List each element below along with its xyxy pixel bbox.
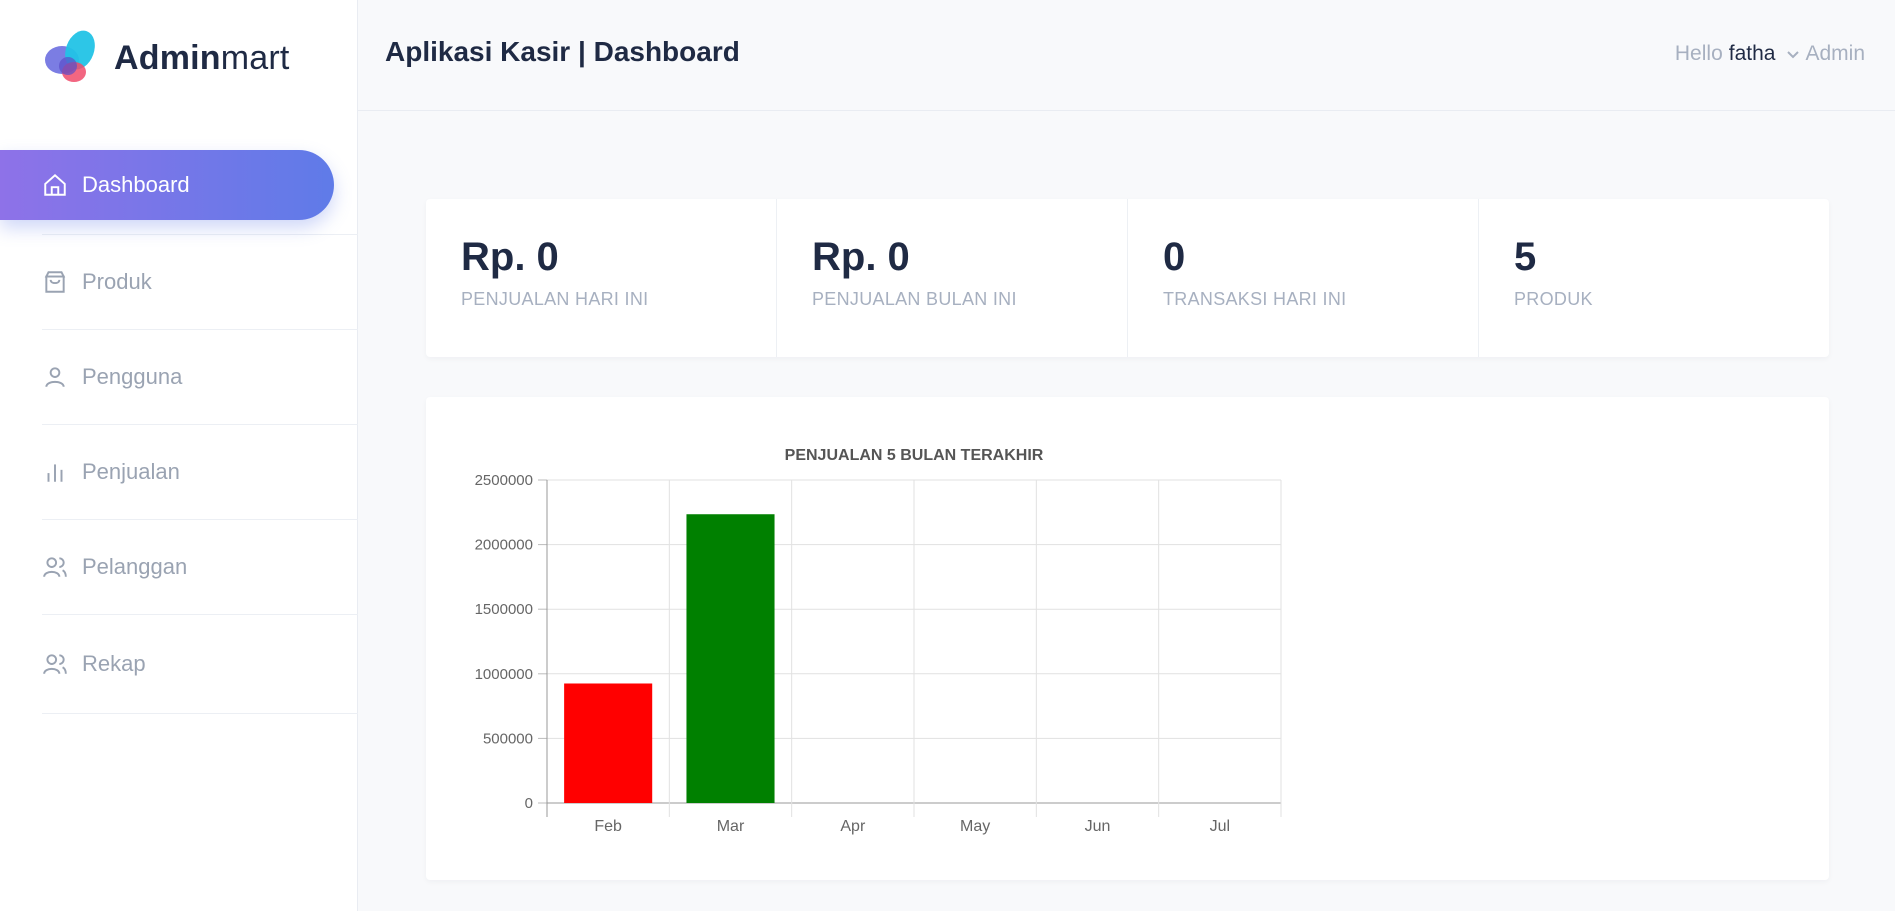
y-tick-label: 1500000 [475, 601, 533, 618]
stat-value: Rp. 0 [461, 235, 559, 279]
y-tick-label: 1000000 [475, 666, 533, 683]
x-tick-label: Jul [1210, 818, 1230, 835]
greeting-text: Hello [1674, 42, 1723, 65]
stat-value: 5 [1514, 235, 1537, 279]
sidebar-item-dashboard[interactable]: Dashboard [0, 150, 334, 220]
sidebar-menu: Dashboard Produk Pengguna Penjualan Pela… [0, 150, 358, 714]
butterfly-logo-icon [45, 30, 95, 82]
stat-transaksi-hari-ini: 0 TRANSAKSI HARI INI [1128, 199, 1479, 357]
bar-chart-icon [42, 459, 68, 485]
stat-label: PENJUALAN BULAN INI [812, 289, 1017, 309]
home-icon [42, 172, 68, 198]
stat-value: 0 [1163, 235, 1186, 279]
menu-divider [42, 424, 358, 425]
chevron-down-icon[interactable] [1785, 46, 1801, 62]
stat-label: TRANSAKSI HARI INI [1163, 289, 1347, 309]
user-role: Admin [1805, 42, 1865, 65]
x-tick-label: Feb [594, 818, 622, 835]
sidebar-item-label: Dashboard [82, 172, 190, 197]
x-tick-label: Mar [717, 818, 745, 835]
brand-logo[interactable]: Adminmart [40, 28, 290, 88]
stat-produk: 5 PRODUK [1479, 199, 1829, 357]
sales-chart-card: PENJUALAN 5 BULAN TERAKHIR 0 500000 1000000… [426, 397, 1829, 880]
stat-penjualan-bulan-ini: Rp. 0 PENJUALAN BULAN INI [777, 199, 1128, 357]
menu-divider [42, 713, 358, 714]
y-tick-label: 2500000 [475, 472, 533, 489]
y-tick-label: 500000 [483, 730, 533, 747]
sidebar-item-label: Penjualan [82, 459, 180, 484]
y-tick-label: 2000000 [475, 537, 533, 554]
sidebar: Adminmart Dashboard Produk Pengguna Penj… [0, 0, 358, 911]
stat-label: PRODUK [1514, 289, 1593, 309]
users-icon [42, 554, 68, 580]
x-tick-label: Apr [840, 818, 866, 835]
x-tick-label: Jun [1085, 818, 1111, 835]
stat-label: PENJUALAN HARI INI [461, 289, 649, 309]
sidebar-item-penjualan[interactable]: Penjualan [0, 437, 358, 507]
sidebar-item-pelanggan[interactable]: Pelanggan [0, 532, 358, 602]
sidebar-item-label: Pelanggan [82, 554, 188, 579]
menu-divider [42, 234, 358, 235]
sidebar-item-label: Pengguna [82, 364, 183, 389]
y-tick-label: 0 [525, 795, 533, 812]
stat-penjualan-hari-ini: Rp. 0 PENJUALAN HARI INI [426, 199, 777, 357]
x-tick-label: May [960, 818, 990, 835]
user-icon [42, 364, 68, 390]
user-menu[interactable]: Hello fatha Admin [1675, 42, 1865, 66]
top-header: Aplikasi Kasir | Dashboard Hello fatha A… [358, 0, 1895, 111]
sidebar-item-pengguna[interactable]: Pengguna [0, 342, 358, 412]
users-icon [42, 651, 68, 677]
sidebar-item-label: Rekap [82, 651, 146, 676]
bar-feb [564, 683, 653, 803]
menu-divider [42, 329, 358, 330]
chart-title: PENJUALAN 5 BULAN TERAKHIR [785, 447, 1044, 464]
menu-divider [42, 614, 358, 615]
user-name: fatha [1728, 42, 1776, 65]
sidebar-item-label: Produk [82, 269, 152, 294]
menu-divider [42, 519, 358, 520]
shopping-bag-icon [42, 269, 68, 295]
brand-name: Adminmart [114, 38, 290, 77]
sidebar-item-produk[interactable]: Produk [0, 247, 358, 317]
page-title: Aplikasi Kasir | Dashboard [385, 36, 740, 67]
bar-mar [686, 514, 775, 803]
stat-value: Rp. 0 [812, 235, 910, 279]
stats-card: Rp. 0 PENJUALAN HARI INI Rp. 0 PENJUALAN… [426, 199, 1829, 357]
sales-bar-chart: PENJUALAN 5 BULAN TERAKHIR 0 500000 1000000… [475, 447, 1282, 835]
sidebar-item-rekap[interactable]: Rekap [0, 629, 358, 699]
